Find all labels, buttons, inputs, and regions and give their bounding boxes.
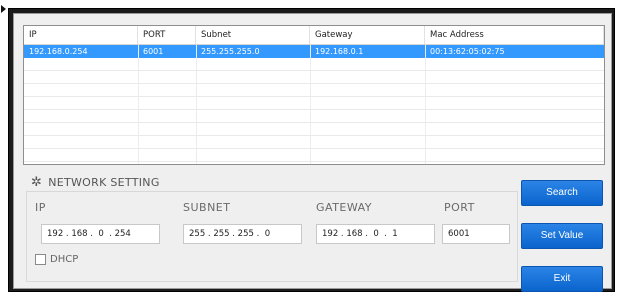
column-header-gateway[interactable]: Gateway <box>310 26 425 44</box>
network-setting-group: IP SUBNET GATEWAY PORT 192 . 168 . 0 . 2… <box>26 191 518 282</box>
network-config-window: IP PORT Subnet Gateway Mac Address 192.1… <box>8 8 615 292</box>
ip-label: IP <box>35 201 46 214</box>
cell-subnet: 255.255.255.0 <box>201 47 260 56</box>
ip-field[interactable]: 192 . 168 . 0 . 254 <box>41 224 160 244</box>
table-row[interactable]: 192.168.0.254 6001 255.255.255.0 192.168… <box>24 45 604 58</box>
column-divider <box>196 45 197 164</box>
column-header-mac[interactable]: Mac Address <box>425 26 604 44</box>
main-panel: IP PORT Subnet Gateway Mac Address 192.1… <box>13 13 612 292</box>
column-divider <box>425 45 426 164</box>
dhcp-label: DHCP <box>50 254 79 265</box>
network-setting-heading: ✲ NETWORK SETTING <box>31 176 160 189</box>
set-value-button[interactable]: Set Value <box>521 223 603 249</box>
list-header: IP PORT Subnet Gateway Mac Address <box>24 26 604 45</box>
empty-rows-grid <box>24 58 604 164</box>
cell-port: 6001 <box>143 47 164 56</box>
section-title-text: NETWORK SETTING <box>48 176 160 189</box>
exit-button[interactable]: Exit <box>521 266 603 292</box>
search-button[interactable]: Search <box>521 180 603 206</box>
cell-gateway: 192.168.0.1 <box>315 47 364 56</box>
gateway-field[interactable]: 192 . 168 . 0 . 1 <box>316 224 435 244</box>
column-divider <box>310 45 311 164</box>
port-field[interactable]: 6001 <box>442 224 510 244</box>
cell-ip: 192.168.0.254 <box>29 47 88 56</box>
dhcp-option[interactable]: DHCP <box>35 254 78 265</box>
column-header-subnet[interactable]: Subnet <box>196 26 310 44</box>
column-divider <box>138 45 139 164</box>
subnet-field[interactable]: 255 . 255 . 255 . 0 <box>183 224 302 244</box>
column-header-port[interactable]: PORT <box>138 26 196 44</box>
device-list[interactable]: IP PORT Subnet Gateway Mac Address 192.1… <box>23 25 605 165</box>
column-header-ip[interactable]: IP <box>24 26 138 44</box>
pointer-icon <box>1 5 6 13</box>
gear-icon: ✲ <box>31 175 43 190</box>
cell-mac: 00:13:62:05:02:75 <box>430 47 505 56</box>
dhcp-checkbox[interactable] <box>35 254 46 265</box>
gateway-label: GATEWAY <box>316 201 373 214</box>
port-label: PORT <box>444 201 475 214</box>
subnet-label: SUBNET <box>183 201 231 214</box>
